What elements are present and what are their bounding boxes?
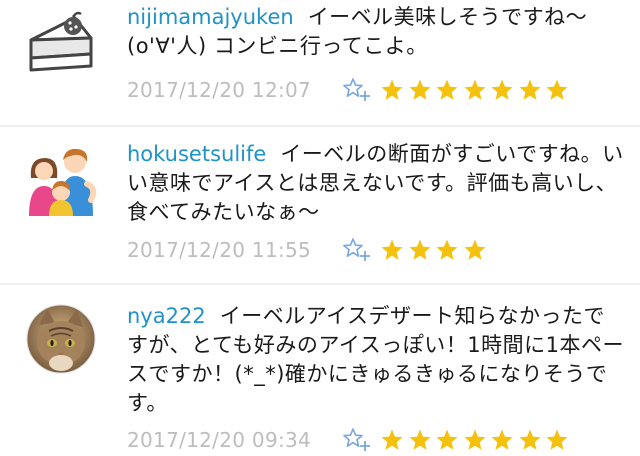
- username-link[interactable]: nijimamajyuken: [127, 5, 294, 29]
- star-icon: [381, 429, 403, 450]
- avatar[interactable]: [25, 303, 97, 375]
- family-icon: [29, 148, 97, 216]
- star-icon: [519, 429, 540, 450]
- cat-photo-icon: [26, 304, 96, 374]
- add-favorite-icon[interactable]: [342, 76, 372, 104]
- star-icon: [409, 429, 430, 450]
- star-icon: [546, 79, 568, 100]
- star-icon: [546, 429, 568, 450]
- star-rating: [380, 428, 573, 452]
- comment-meta: 2017/12/20 11:55: [127, 234, 490, 266]
- avatar[interactable]: [25, 8, 97, 80]
- star-icon: [519, 79, 540, 100]
- star-icon: [464, 79, 485, 100]
- add-favorite-icon[interactable]: [342, 426, 372, 454]
- star-icon: [409, 79, 430, 100]
- timestamp: 2017/12/20 12:07: [127, 78, 312, 102]
- comment-body: hokusetsulife イーベルの断面がすごいですね。いい意味でアイスとは思え…: [127, 140, 626, 227]
- star-icon: [436, 429, 458, 450]
- star-icon: [381, 239, 403, 260]
- add-favorite-icon[interactable]: [342, 236, 372, 264]
- divider: [0, 125, 640, 127]
- username-link[interactable]: hokusetsulife: [127, 142, 266, 166]
- star-rating: [380, 238, 490, 262]
- divider: [0, 283, 640, 285]
- comment-list: nijimamajyuken イーベル美味しそうですね〜(o'∀'人) コンビニ行…: [0, 0, 640, 456]
- star-rating: [380, 78, 573, 102]
- username-link[interactable]: nya222: [127, 304, 206, 328]
- comment-item: hokusetsulife イーベルの断面がすごいですね。いい意味でアイスとは思え…: [0, 128, 640, 278]
- timestamp: 2017/12/20 09:34: [127, 428, 312, 452]
- star-icon: [409, 239, 430, 260]
- comment-meta: 2017/12/20 12:07: [127, 74, 573, 106]
- comment-item: nya222 イーベルアイスデザート知らなかったですが、とても好みのアイスっぽい！…: [0, 286, 640, 456]
- comment-item: nijimamajyuken イーベル美味しそうですね〜(o'∀'人) コンビニ行…: [0, 0, 640, 120]
- star-icon: [436, 79, 458, 100]
- comment-meta: 2017/12/20 09:34: [127, 424, 573, 456]
- star-icon: [381, 79, 403, 100]
- cake-slice-icon: [29, 11, 93, 72]
- star-icon: [464, 429, 485, 450]
- star-icon: [436, 239, 458, 260]
- star-icon: [491, 79, 513, 100]
- star-icon: [464, 239, 485, 260]
- avatar[interactable]: [25, 144, 97, 216]
- comment-body: nijimamajyuken イーベル美味しそうですね〜(o'∀'人) コンビニ行…: [127, 3, 626, 61]
- timestamp: 2017/12/20 11:55: [127, 238, 312, 262]
- comment-body: nya222 イーベルアイスデザート知らなかったですが、とても好みのアイスっぽい！…: [127, 302, 626, 418]
- star-icon: [491, 429, 513, 450]
